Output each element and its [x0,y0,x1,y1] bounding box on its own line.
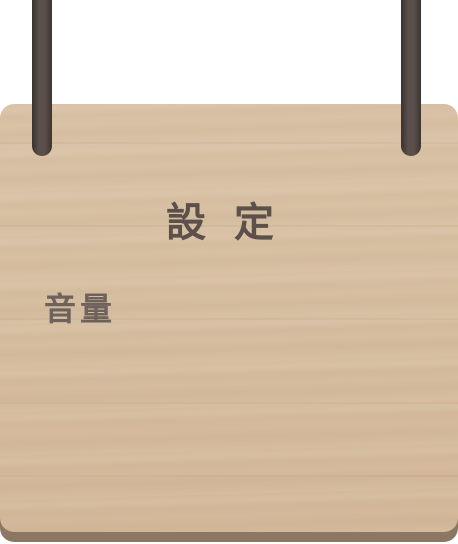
wood-grain [0,142,458,144]
settings-screen: 設定 音量 [0,0,458,544]
hanging-rope-right [401,0,421,156]
wood-grain [0,402,458,404]
wood-grain [0,475,458,477]
volume-label: 音量 [44,290,117,328]
hanging-rope-left [32,0,52,156]
wooden-settings-board: 設定 音量 [0,104,458,532]
settings-title: 設定 [166,200,302,246]
